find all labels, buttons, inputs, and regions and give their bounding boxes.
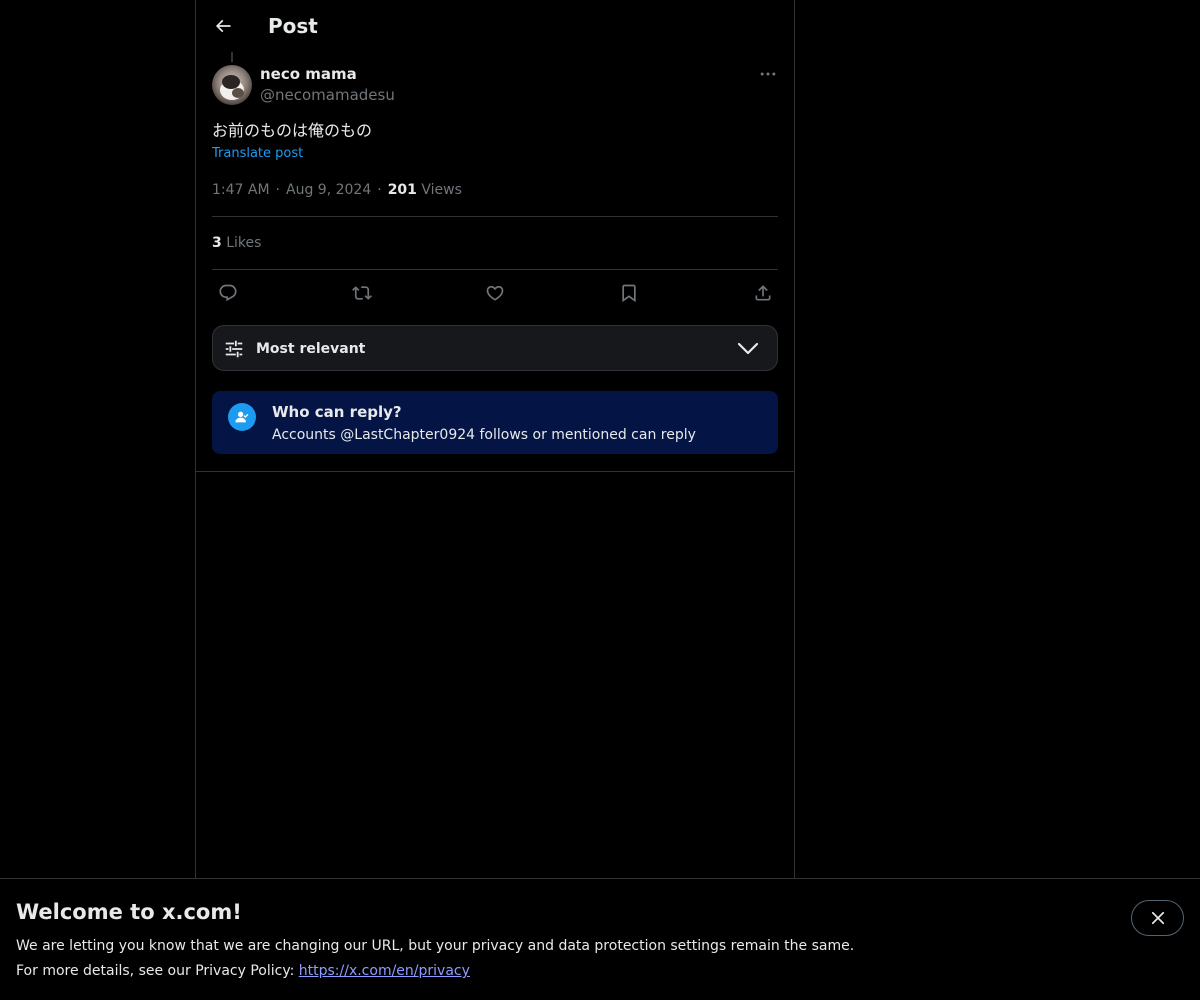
bookmark-button[interactable] — [614, 278, 644, 308]
banner-title: Welcome to x.com! — [16, 900, 242, 924]
post-meta: 1:47 AM · Aug 9, 2024 · 201 Views — [212, 180, 462, 200]
views-count: 201 — [387, 182, 417, 198]
avatar[interactable] — [212, 65, 252, 105]
author-handle[interactable]: @necomamadesu — [260, 85, 395, 105]
arrow-left-icon — [215, 19, 231, 33]
repost-button[interactable] — [347, 278, 377, 308]
who-can-reply-title: Who can reply? — [272, 403, 402, 421]
share-button[interactable] — [748, 278, 778, 308]
like-button[interactable] — [480, 278, 510, 308]
close-banner-button[interactable] — [1131, 900, 1184, 936]
sliders-icon — [225, 340, 243, 358]
share-icon — [755, 285, 771, 301]
post-author: neco mama @necomamadesu — [212, 64, 778, 108]
post-header: Post — [196, 0, 794, 53]
views-label: Views — [421, 182, 462, 198]
divider — [212, 269, 778, 270]
more-options-button[interactable] — [758, 64, 778, 84]
privacy-policy-link[interactable]: https://x.com/en/privacy — [299, 963, 470, 979]
author-name[interactable]: neco mama — [260, 64, 357, 84]
sort-label: Most relevant — [256, 341, 366, 357]
banner-message: We are letting you know that we are chan… — [16, 938, 855, 954]
post-date[interactable]: Aug 9, 2024 — [286, 182, 371, 198]
banner-policy-line: For more details, see our Privacy Policy… — [16, 961, 470, 981]
who-can-reply-notice: Who can reply? Accounts @LastChapter0924… — [212, 391, 778, 454]
reply-icon — [219, 284, 237, 302]
post-text: お前のものは俺のもの — [212, 121, 373, 140]
thread-connector — [231, 52, 233, 62]
likes-link[interactable]: 3 Likes — [212, 233, 261, 253]
post-time[interactable]: 1:47 AM — [212, 182, 270, 198]
likes-label: Likes — [226, 235, 262, 251]
reply-button[interactable] — [213, 278, 243, 308]
bookmark-icon — [622, 284, 636, 303]
user-check-icon — [228, 403, 256, 431]
divider — [212, 216, 778, 217]
likes-count: 3 — [212, 235, 222, 251]
chevron-down-icon — [737, 342, 759, 355]
who-can-reply-description: Accounts @LastChapter0924 follows or men… — [272, 427, 696, 443]
close-icon — [1151, 911, 1164, 925]
more-horizontal-icon — [760, 72, 776, 76]
back-button[interactable] — [206, 9, 240, 43]
reply-sort-dropdown[interactable]: Most relevant — [212, 325, 778, 371]
separator-dot: · — [275, 182, 280, 198]
post-actions — [212, 278, 778, 308]
heart-icon — [486, 285, 504, 301]
repost-icon — [352, 286, 372, 300]
translate-post-link[interactable]: Translate post — [212, 145, 303, 163]
separator-dot: · — [377, 182, 382, 198]
page-title: Post — [268, 14, 318, 38]
divider — [196, 471, 794, 472]
url-change-banner: Welcome to x.com! We are letting you kno… — [0, 878, 1200, 1000]
main-column: Post neco mama @necomamadesu お前のものは俺のもの … — [195, 0, 795, 1000]
banner-policy-text: For more details, see our Privacy Policy… — [16, 963, 299, 979]
